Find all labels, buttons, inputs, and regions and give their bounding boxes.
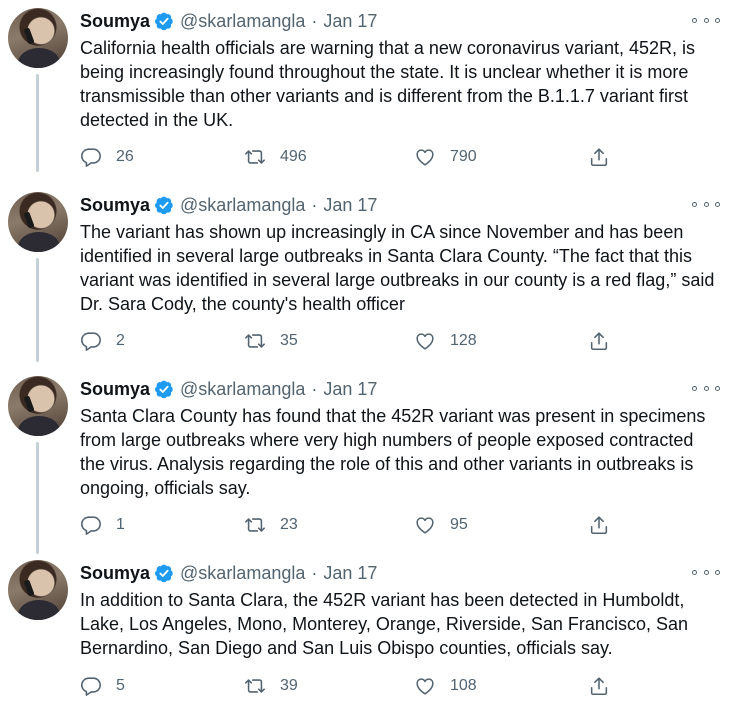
reply-count: 26 xyxy=(116,148,134,165)
retweet-count: 39 xyxy=(280,677,298,694)
share-icon xyxy=(590,332,608,351)
avatar[interactable] xyxy=(8,560,68,620)
author-handle[interactable]: @skarlamangla xyxy=(180,563,305,584)
author-handle[interactable]: @skarlamangla xyxy=(180,195,305,216)
tweet-actions: 5 39 108 xyxy=(80,674,620,698)
like-count: 790 xyxy=(450,148,477,165)
author-handle[interactable]: @skarlamangla xyxy=(180,379,305,400)
verified-badge-icon xyxy=(155,196,173,215)
share-button[interactable] xyxy=(588,674,610,698)
like-count: 108 xyxy=(450,677,477,694)
more-options-icon[interactable] xyxy=(692,196,720,212)
retweet-icon xyxy=(245,334,265,348)
more-options-icon[interactable] xyxy=(692,564,720,580)
tweet-date[interactable]: Jan 17 xyxy=(323,195,377,216)
tweet-header: Soumya @skarlamangla · Jan 17 xyxy=(80,194,377,216)
reply-icon xyxy=(80,677,101,696)
reply-count: 2 xyxy=(116,332,125,349)
thread-connector-line xyxy=(36,442,39,554)
reply-button[interactable]: 5 xyxy=(80,674,125,698)
retweet-icon xyxy=(245,518,265,532)
like-button[interactable]: 95 xyxy=(414,513,468,537)
tweet-actions: 1 23 95 xyxy=(80,513,620,537)
reply-icon xyxy=(80,332,101,351)
tweet-text: In addition to Santa Clara, the 452R var… xyxy=(80,590,688,658)
retweet-icon xyxy=(245,679,265,693)
author-name[interactable]: Soumya xyxy=(80,563,150,584)
reply-button[interactable]: 2 xyxy=(80,329,125,353)
like-count: 95 xyxy=(450,516,468,533)
like-button[interactable]: 128 xyxy=(414,329,477,353)
verified-badge-icon xyxy=(155,564,173,583)
thread-connector-line xyxy=(36,258,39,362)
like-count: 128 xyxy=(450,332,477,349)
retweet-count: 496 xyxy=(280,148,307,165)
tweet-thread: Soumya @skarlamangla · Jan 17 California… xyxy=(0,0,744,701)
more-options-icon[interactable] xyxy=(692,380,720,396)
share-icon xyxy=(590,677,608,696)
like-icon xyxy=(416,333,434,350)
tweet-actions: 2 35 128 xyxy=(80,329,620,353)
like-button[interactable]: 108 xyxy=(414,674,477,698)
retweet-button[interactable]: 39 xyxy=(244,674,298,698)
separator-dot: · xyxy=(311,562,318,583)
retweet-button[interactable]: 23 xyxy=(244,513,298,537)
share-button[interactable] xyxy=(588,329,610,353)
tweet-header: Soumya @skarlamangla · Jan 17 xyxy=(80,378,377,400)
retweet-count: 35 xyxy=(280,332,298,349)
tweet-date[interactable]: Jan 17 xyxy=(323,379,377,400)
avatar[interactable] xyxy=(8,376,68,436)
more-options-icon[interactable] xyxy=(692,12,720,28)
retweet-icon xyxy=(245,150,265,164)
share-icon xyxy=(590,148,608,167)
tweet-text: The variant has shown up increasingly in… xyxy=(80,222,715,314)
separator-dot: · xyxy=(311,194,318,215)
like-icon xyxy=(416,517,434,534)
separator-dot: · xyxy=(311,378,318,399)
tweet-date[interactable]: Jan 17 xyxy=(323,11,377,32)
reply-count: 5 xyxy=(116,677,125,694)
retweet-button[interactable]: 35 xyxy=(244,329,298,353)
reply-icon xyxy=(80,516,101,535)
verified-badge-icon xyxy=(155,380,173,399)
tweet-text: Santa Clara County has found that the 45… xyxy=(80,406,706,498)
author-handle[interactable]: @skarlamangla xyxy=(180,11,305,32)
verified-badge-icon xyxy=(155,12,173,31)
reply-icon xyxy=(80,148,101,167)
author-name[interactable]: Soumya xyxy=(80,379,150,400)
like-icon xyxy=(416,678,434,695)
retweet-count: 23 xyxy=(280,516,298,533)
like-button[interactable]: 790 xyxy=(414,145,477,169)
share-icon xyxy=(590,516,608,535)
share-button[interactable] xyxy=(588,513,610,537)
tweet-date[interactable]: Jan 17 xyxy=(323,563,377,584)
tweet-actions: 26 496 790 xyxy=(80,145,620,169)
tweet-header: Soumya @skarlamangla · Jan 17 xyxy=(80,562,377,584)
avatar[interactable] xyxy=(8,8,68,68)
like-icon xyxy=(416,149,434,166)
separator-dot: · xyxy=(311,10,318,31)
tweet-header: Soumya @skarlamangla · Jan 17 xyxy=(80,10,377,32)
reply-button[interactable]: 26 xyxy=(80,145,134,169)
thread-connector-line xyxy=(36,74,39,172)
share-button[interactable] xyxy=(588,145,610,169)
retweet-button[interactable]: 496 xyxy=(244,145,307,169)
author-name[interactable]: Soumya xyxy=(80,11,150,32)
reply-button[interactable]: 1 xyxy=(80,513,125,537)
avatar[interactable] xyxy=(8,192,68,252)
tweet-text: California health officials are warning … xyxy=(80,38,695,130)
author-name[interactable]: Soumya xyxy=(80,195,150,216)
reply-count: 1 xyxy=(116,516,125,533)
